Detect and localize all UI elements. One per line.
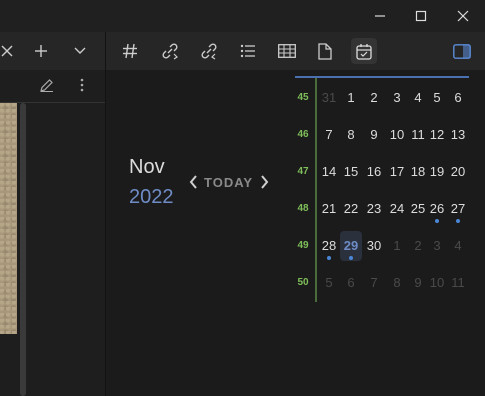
- calendar-header: [295, 70, 469, 78]
- calendar-day[interactable]: 27: [447, 201, 469, 216]
- calendar-day[interactable]: 7: [363, 275, 385, 290]
- toolbar: [0, 32, 485, 70]
- calendar-day[interactable]: 5: [318, 275, 340, 290]
- month-label: Nov: [129, 156, 165, 178]
- close-icon[interactable]: [451, 4, 475, 28]
- week-number-divider: [315, 78, 317, 302]
- calendar-day[interactable]: 12: [426, 127, 448, 142]
- note-indicator-dot: [456, 219, 460, 223]
- calendar-day[interactable]: 28: [318, 238, 340, 253]
- next-month-icon[interactable]: [257, 172, 271, 192]
- backlinks-icon[interactable]: [196, 38, 222, 64]
- outgoing-links-icon[interactable]: [157, 38, 183, 64]
- table-icon[interactable]: [274, 38, 300, 64]
- calendar-day[interactable]: 29: [340, 238, 362, 253]
- calendar-icon[interactable]: [351, 38, 377, 64]
- close-tab-icon[interactable]: [0, 38, 20, 64]
- today-button[interactable]: TODAY: [204, 175, 253, 190]
- note-indicator-dot: [435, 219, 439, 223]
- previous-month-icon[interactable]: [186, 172, 200, 192]
- more-options-icon[interactable]: [80, 78, 84, 97]
- calendar-day[interactable]: 11: [447, 275, 469, 290]
- week-number[interactable]: 46: [292, 129, 314, 140]
- maximize-icon[interactable]: [409, 4, 433, 28]
- note-indicator-dot: [327, 256, 331, 260]
- calendar-day[interactable]: 13: [447, 127, 469, 142]
- month-navigation: TODAY: [186, 172, 271, 192]
- year-label: 2022: [129, 186, 174, 208]
- calendar-day[interactable]: 8: [386, 275, 408, 290]
- calendar-day[interactable]: 9: [363, 127, 385, 142]
- calendar-day[interactable]: 10: [386, 127, 408, 142]
- list-icon[interactable]: [235, 38, 261, 64]
- week-number[interactable]: 47: [292, 166, 314, 177]
- left-pane-header: [0, 70, 105, 103]
- calendar-day[interactable]: 16: [363, 164, 385, 179]
- calendar-day[interactable]: 6: [447, 90, 469, 105]
- calendar-day[interactable]: 20: [447, 164, 469, 179]
- calendar-day[interactable]: 17: [386, 164, 408, 179]
- calendar-day[interactable]: 31: [318, 90, 340, 105]
- week-number[interactable]: 49: [292, 240, 314, 251]
- calendar-day[interactable]: 7: [318, 127, 340, 142]
- week-number[interactable]: 45: [292, 92, 314, 103]
- chevron-down-icon[interactable]: [67, 38, 93, 64]
- calendar-day[interactable]: 26: [426, 201, 448, 216]
- week-number[interactable]: 50: [292, 277, 314, 288]
- calendar-day[interactable]: 3: [426, 238, 448, 253]
- calendar-day[interactable]: 23: [363, 201, 385, 216]
- calendar-day[interactable]: 1: [386, 238, 408, 253]
- edit-icon[interactable]: [39, 78, 54, 98]
- file-icon[interactable]: [312, 38, 338, 64]
- new-tab-icon[interactable]: [28, 38, 54, 64]
- calendar-day[interactable]: 3: [386, 90, 408, 105]
- calendar-day[interactable]: 1: [340, 90, 362, 105]
- minimize-icon[interactable]: [368, 4, 392, 28]
- calendar-day[interactable]: 22: [340, 201, 362, 216]
- scrollbar[interactable]: [20, 103, 26, 396]
- calendar-day[interactable]: 2: [363, 90, 385, 105]
- left-pane: [0, 70, 105, 396]
- title-bar: [0, 0, 485, 32]
- calendar-day[interactable]: 6: [340, 275, 362, 290]
- scrollbar-thumb[interactable]: [20, 103, 26, 396]
- calendar-day[interactable]: 14: [318, 164, 340, 179]
- calendar-day[interactable]: 30: [363, 238, 385, 253]
- calendar-day[interactable]: 10: [426, 275, 448, 290]
- sidebar-toggle-icon[interactable]: [449, 38, 475, 64]
- calendar-day[interactable]: 21: [318, 201, 340, 216]
- calendar-day[interactable]: 15: [340, 164, 362, 179]
- calendar-day[interactable]: 5: [426, 90, 448, 105]
- calendar-pane: Nov 2022 TODAY 45 31 1 2 3 4 5 6 46 7 8 9 10 11 12 13 47…: [106, 70, 485, 396]
- calendar-day[interactable]: 24: [386, 201, 408, 216]
- calendar-day[interactable]: 4: [447, 238, 469, 253]
- hash-icon[interactable]: [117, 38, 143, 64]
- note-indicator-dot: [349, 256, 353, 260]
- embedded-image: [0, 103, 17, 334]
- calendar-day[interactable]: 8: [340, 127, 362, 142]
- week-number[interactable]: 48: [292, 203, 314, 214]
- calendar-day[interactable]: 19: [426, 164, 448, 179]
